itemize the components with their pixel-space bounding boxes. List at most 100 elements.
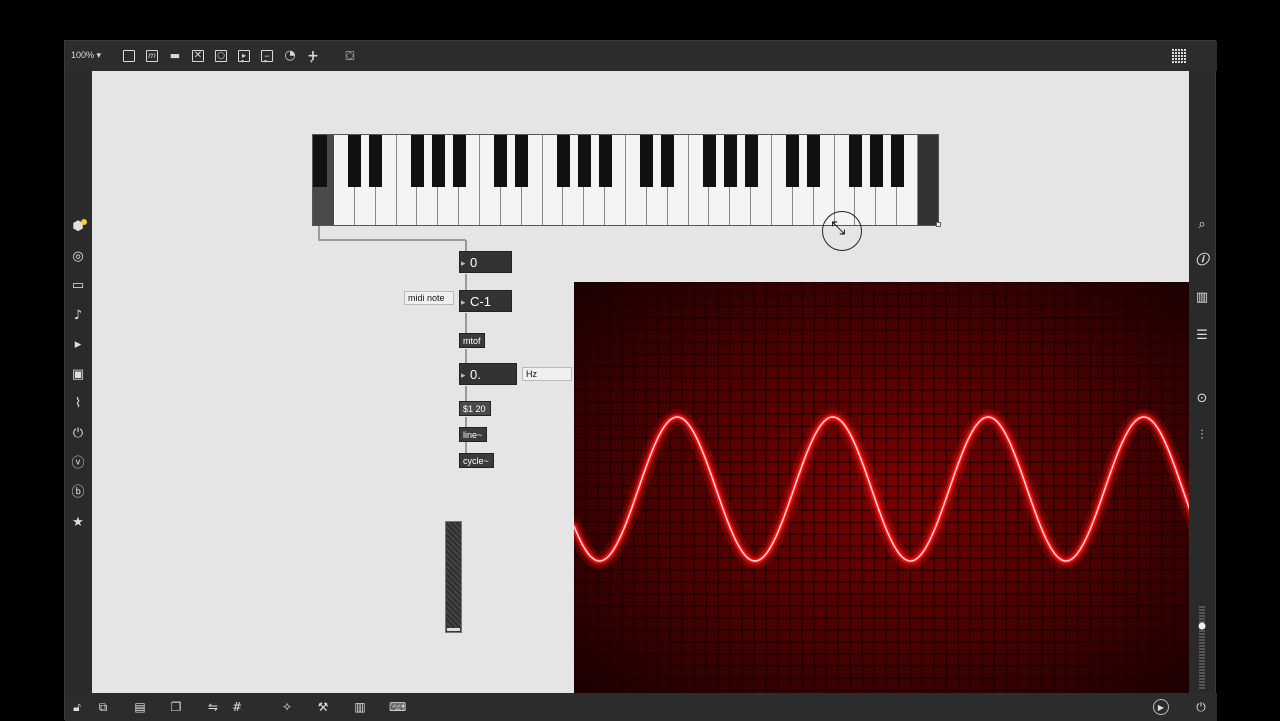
v-circle-icon[interactable]: ⓥ [68, 454, 88, 474]
power-icon[interactable]: ⏻ [1193, 699, 1209, 715]
cycle-object[interactable]: cycle~ [459, 453, 494, 468]
patch-cord[interactable] [465, 274, 467, 291]
black-key[interactable] [598, 135, 612, 187]
chat-icon[interactable]: ▤ [132, 699, 148, 715]
slider-knob[interactable] [447, 628, 460, 631]
message-icon[interactable]: m [145, 49, 159, 63]
add-icon[interactable]: + ▾ [306, 49, 320, 65]
black-key[interactable] [410, 135, 424, 187]
black-key[interactable] [452, 135, 466, 187]
midi-note-label: midi note [408, 293, 445, 303]
meter-segment [1199, 672, 1205, 674]
number-icon[interactable]: ▸ ▾ [237, 49, 251, 65]
black-key[interactable] [494, 135, 508, 187]
grid-snap-icon[interactable]: # [229, 699, 245, 715]
dial-icon[interactable]: ◔ [283, 49, 297, 63]
lock-icon[interactable]: 🔓︎ [69, 699, 85, 715]
max-patcher-window: 100% ▾ m ▬ ✕ ○ ▸ ▾ – ▾ ◔ + ▾ ⛋ ⬢ ◎ ▭ ♪ ▸ ▣ … [64, 40, 1217, 721]
black-key[interactable] [807, 135, 821, 187]
ramp-message[interactable]: $1 20 [459, 401, 491, 416]
resize-cursor: ⤡ [822, 211, 862, 251]
midi-number-box[interactable]: 0 [459, 251, 512, 274]
patch-canvas[interactable]: 0 midi note C-1 mtof 0. Hz $1 20 line~ c… [92, 71, 1190, 693]
search-icon[interactable]: ⌕ [1192, 215, 1212, 235]
resize-handle[interactable] [936, 222, 941, 227]
black-key[interactable] [723, 135, 737, 187]
meter-segment [1199, 648, 1205, 650]
piano-icon[interactable]: ▥ [352, 699, 368, 715]
patch-cord[interactable] [465, 349, 467, 364]
b-circle-icon[interactable]: ⓑ [68, 483, 88, 503]
patch-cord[interactable] [318, 226, 320, 240]
meter-segment [1199, 618, 1205, 620]
info-icon[interactable]: ⓘ [1192, 251, 1212, 271]
keyboard-icon[interactable]: ⌨ [389, 699, 406, 715]
black-key[interactable] [348, 135, 362, 187]
black-key[interactable] [515, 135, 529, 187]
slider-icon[interactable]: – ▾ [260, 49, 274, 65]
image-icon[interactable]: ▣ [68, 365, 88, 385]
new-object-icon[interactable] [122, 49, 136, 63]
play-icon[interactable]: ▶ [1153, 699, 1169, 715]
music-note-icon[interactable]: ♪ [68, 306, 88, 326]
hz-number-box[interactable]: 0. [459, 363, 517, 386]
patch-cord[interactable] [465, 386, 467, 402]
button-icon[interactable]: ○ [214, 49, 228, 63]
meter-knob[interactable] [1198, 622, 1206, 630]
cycle-label: cycle~ [463, 456, 489, 466]
book-icon[interactable]: ▥ [1192, 288, 1212, 308]
black-key[interactable] [431, 135, 445, 187]
star-icon[interactable]: ★ [68, 513, 88, 533]
meter-segment [1199, 669, 1205, 671]
meter-segment [1199, 660, 1205, 662]
ramp-message-label: $1 20 [463, 404, 486, 414]
black-key[interactable] [744, 135, 758, 187]
mixer-icon[interactable]: ⫶ [1192, 426, 1212, 446]
paint-bucket-icon[interactable]: ⛋ [343, 49, 357, 63]
mute-icon[interactable]: ⇋ [205, 699, 221, 715]
comment-icon[interactable]: ▬ [168, 49, 182, 63]
meter-segment [1199, 636, 1205, 638]
media-play-icon[interactable]: ▸ [68, 335, 88, 355]
packages-icon[interactable]: ⬢ [68, 217, 88, 237]
hz-comment: Hz [522, 367, 572, 381]
note-name-number-box[interactable]: C-1 [459, 290, 512, 313]
black-key[interactable] [890, 135, 904, 187]
patch-cord[interactable] [465, 313, 467, 334]
black-key[interactable] [848, 135, 862, 187]
line-object[interactable]: line~ [459, 427, 487, 442]
black-key[interactable] [640, 135, 654, 187]
meter-segment [1199, 606, 1205, 608]
film-icon[interactable]: ▭ [68, 276, 88, 296]
black-key[interactable] [869, 135, 883, 187]
presentation-icon[interactable]: ⧉ [95, 699, 111, 715]
midi-note-comment: midi note [404, 291, 454, 305]
plug-icon[interactable]: ⏻ [68, 424, 88, 444]
target-icon[interactable]: ◎ [68, 247, 88, 267]
meter-segment [1199, 633, 1205, 635]
black-key[interactable] [702, 135, 716, 187]
gain-slider[interactable] [445, 521, 462, 633]
wand-icon[interactable]: ✧ [279, 699, 295, 715]
black-key[interactable] [661, 135, 675, 187]
black-key[interactable] [786, 135, 800, 187]
wrench-icon[interactable]: ⚒ [315, 699, 331, 715]
layers-icon[interactable]: ❐ [168, 699, 184, 715]
black-key[interactable] [577, 135, 591, 187]
black-key[interactable] [369, 135, 383, 187]
grid-icon[interactable] [1171, 48, 1187, 64]
paperclip-icon[interactable]: ⌇ [68, 394, 88, 414]
camera-icon[interactable]: ⊙ [1192, 389, 1212, 409]
black-key[interactable] [556, 135, 570, 187]
level-meter [1198, 606, 1206, 689]
zoom-menu[interactable]: 100% ▾ [71, 50, 101, 61]
mtof-object[interactable]: mtof [459, 333, 485, 348]
meter-segment [1199, 663, 1205, 665]
black-key[interactable] [313, 135, 327, 187]
chevron-down-icon: ▾ [96, 50, 102, 60]
list-icon[interactable]: ☰ [1192, 326, 1212, 346]
mtof-label: mtof [463, 336, 481, 346]
meter-segment [1199, 687, 1205, 689]
toggle-icon[interactable]: ✕ [191, 49, 205, 63]
patch-cord[interactable] [318, 239, 466, 241]
